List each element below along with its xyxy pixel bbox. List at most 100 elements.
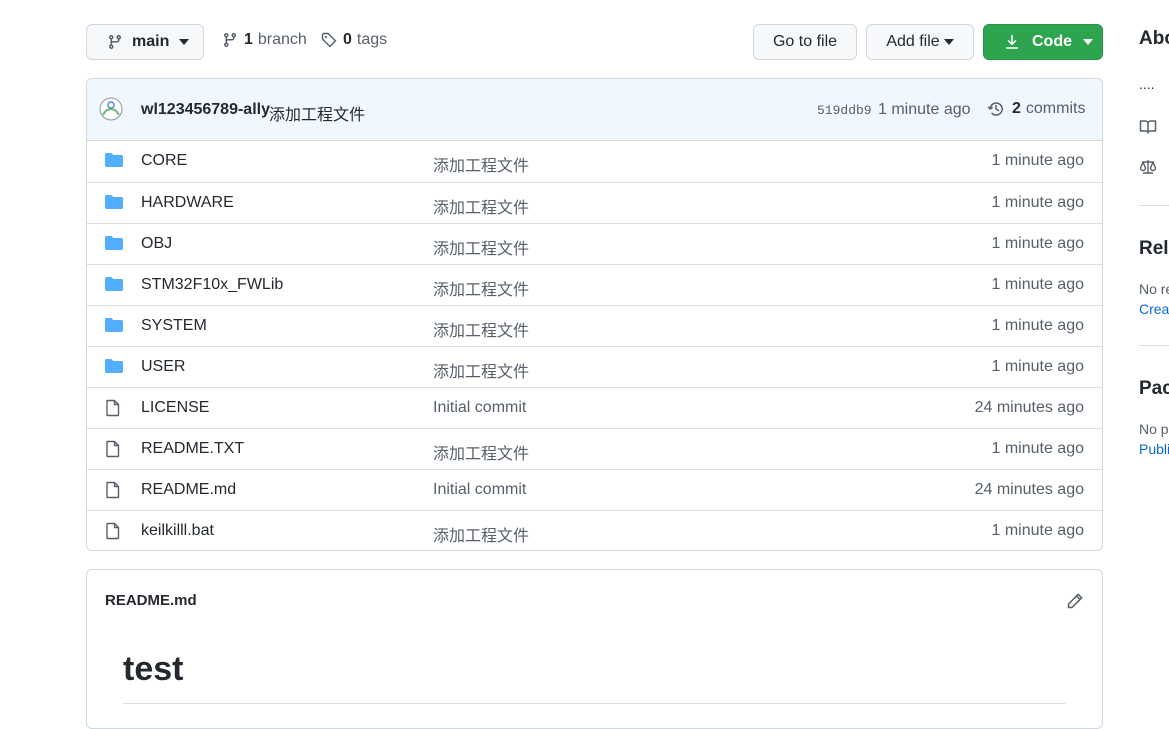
commit-age: 1 minute ago (991, 317, 1084, 334)
releases-text: No re (1139, 281, 1169, 297)
branch-label: branch (257, 31, 307, 48)
commit-age: 1 minute ago (991, 522, 1084, 539)
readme-filename[interactable]: README.md (105, 592, 197, 609)
about-heading: Abo (1139, 28, 1169, 49)
commit-message-link[interactable]: 添加工程文件 (433, 276, 529, 300)
file-name-link[interactable]: HARDWARE (141, 194, 234, 212)
tags-link[interactable]: 0 tags (321, 31, 387, 49)
tag-count: 0 (343, 31, 352, 48)
create-release-link[interactable]: Creat (1139, 301, 1169, 317)
commit-author-link[interactable]: wl123456789-ally (141, 101, 270, 119)
go-to-file-button[interactable]: Go to file (753, 24, 857, 60)
folder-row[interactable]: USER 添加工程文件 1 minute ago (87, 346, 1102, 387)
pencil-icon[interactable] (1066, 592, 1084, 610)
git-branch-icon (107, 34, 123, 50)
folder-icon (105, 235, 123, 251)
chevron-down-icon (1083, 39, 1093, 45)
file-icon (105, 522, 121, 540)
commit-age: 1 minute ago (991, 235, 1084, 252)
folder-row[interactable]: SYSTEM 添加工程文件 1 minute ago (87, 305, 1102, 346)
commit-age: 24 minutes ago (974, 481, 1084, 498)
file-name-link[interactable]: README.TXT (141, 440, 244, 458)
file-row[interactable]: keilkilll.bat 添加工程文件 1 minute ago (87, 510, 1102, 550)
file-row[interactable]: README.TXT 添加工程文件 1 minute ago (87, 428, 1102, 469)
heading-divider (123, 703, 1066, 704)
file-name-link[interactable]: README.md (141, 481, 236, 499)
file-name-link[interactable]: SYSTEM (141, 317, 207, 335)
folder-row[interactable]: OBJ 添加工程文件 1 minute ago (87, 223, 1102, 264)
branch-select-button[interactable]: main (86, 24, 204, 60)
commit-age: 1 minute ago (991, 440, 1084, 457)
folder-row[interactable]: STM32F10x_FWLib 添加工程文件 1 minute ago (87, 264, 1102, 305)
commit-sha-link[interactable]: 519ddb9 (817, 103, 872, 118)
commit-age: 1 minute ago (991, 276, 1084, 293)
file-icon (105, 440, 121, 458)
chevron-down-icon (943, 39, 954, 45)
file-name-link[interactable]: USER (141, 358, 185, 376)
file-icon (105, 481, 121, 499)
file-row[interactable]: README.md Initial commit 24 minutes ago (87, 469, 1102, 510)
code-label: Code (1032, 33, 1072, 50)
file-name-link[interactable]: STM32F10x_FWLib (141, 276, 283, 294)
file-icon (105, 399, 121, 417)
branch-count: 1 (244, 31, 253, 48)
repo-sidebar: Abo .... Rele No re Creat Pack No p Publ… (1139, 0, 1169, 717)
tag-icon (321, 32, 337, 48)
file-name-link[interactable]: keilkilll.bat (141, 522, 214, 540)
commit-age: 24 minutes ago (974, 399, 1084, 416)
go-to-file-label: Go to file (772, 33, 838, 50)
book-icon[interactable] (1139, 118, 1157, 136)
sidebar-divider (1139, 345, 1169, 346)
file-list-box: wl123456789-ally 添加工程文件 519ddb9 1 minute… (86, 78, 1103, 551)
folder-icon (105, 317, 123, 333)
commit-message-link[interactable]: 添加工程文件 (433, 440, 529, 464)
commit-time: 1 minute ago (878, 101, 971, 118)
file-row[interactable]: LICENSE Initial commit 24 minutes ago (87, 387, 1102, 428)
folder-icon (105, 358, 123, 374)
commits-label: commits (1025, 100, 1086, 117)
chevron-down-icon (179, 39, 190, 45)
folder-icon (105, 194, 123, 210)
commit-count: 2 (1012, 100, 1021, 117)
file-name-link[interactable]: CORE (141, 152, 187, 170)
tag-label: tags (356, 31, 388, 48)
commit-age: 1 minute ago (991, 152, 1084, 169)
avatar[interactable] (99, 97, 123, 121)
folder-row[interactable]: HARDWARE 添加工程文件 1 minute ago (87, 182, 1102, 223)
packages-text: No p (1139, 421, 1169, 437)
file-name-link[interactable]: OBJ (141, 235, 172, 253)
folder-icon (105, 276, 123, 292)
commit-message-link[interactable]: Initial commit (433, 399, 526, 417)
code-button[interactable]: Code (983, 24, 1103, 60)
commit-message-link[interactable]: Initial commit (433, 481, 526, 499)
about-ellipsis: .... (1139, 76, 1155, 92)
commit-message-link[interactable]: 添加工程文件 (433, 358, 529, 382)
git-branch-icon (222, 32, 238, 48)
history-icon (987, 100, 1005, 118)
commit-age: 1 minute ago (991, 358, 1084, 375)
download-icon (1004, 34, 1020, 50)
branch-name: main (132, 33, 170, 50)
add-file-button[interactable]: Add file (866, 24, 974, 60)
commit-message-link[interactable]: 添加工程文件 (433, 194, 529, 218)
commit-message-link[interactable]: 添加工程文件 (269, 101, 365, 125)
folder-row[interactable]: CORE 添加工程文件 1 minute ago (87, 141, 1102, 182)
commit-message-link[interactable]: 添加工程文件 (433, 235, 529, 259)
file-rows: CORE 添加工程文件 1 minute ago HARDWARE 添加工程文件 1 mi… (87, 141, 1102, 550)
commit-message-link[interactable]: 添加工程文件 (433, 522, 529, 546)
file-name-link[interactable]: LICENSE (141, 399, 209, 417)
releases-heading[interactable]: Rele (1139, 238, 1169, 260)
sidebar-divider (1139, 205, 1169, 206)
folder-icon (105, 152, 123, 168)
latest-commit-bar: wl123456789-ally 添加工程文件 519ddb9 1 minute… (87, 79, 1102, 141)
commit-age: 1 minute ago (991, 194, 1084, 211)
readme-heading: test (123, 650, 184, 688)
branches-link[interactable]: 1 branch (222, 31, 307, 49)
scale-icon[interactable] (1139, 158, 1157, 176)
commit-message-link[interactable]: 添加工程文件 (433, 317, 529, 341)
publish-package-link[interactable]: Publi (1139, 441, 1169, 457)
add-file-label: Add file (886, 33, 940, 50)
commits-history-link[interactable]: 2 commits (987, 100, 1085, 118)
packages-heading[interactable]: Pack (1139, 378, 1169, 400)
commit-message-link[interactable]: 添加工程文件 (433, 152, 529, 176)
